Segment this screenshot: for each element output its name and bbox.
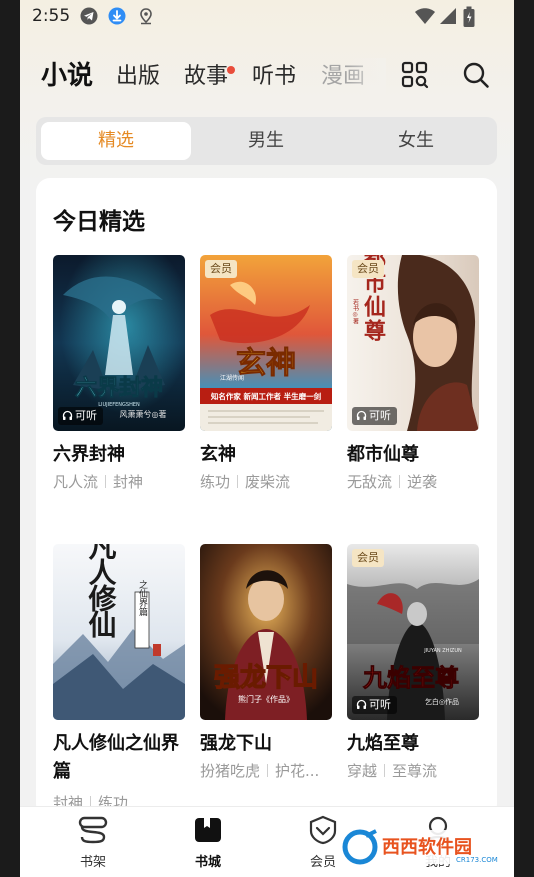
audio-available-badge: 可听 [58,407,103,425]
book-cover[interactable]: 九焰至尊 JIUYAN ZHIZUN 乞白◎作品 会员 可听 [347,544,479,720]
book-tags: 扮猪吃虎 护花... [200,760,319,781]
tag-divider [384,764,386,777]
book-tag[interactable]: 凡人流 [53,473,98,491]
book-tags: 无敌流 逆袭 [347,471,437,492]
status-bar: 2:55 [20,0,514,32]
listen-label: 可听 [369,698,391,711]
book-tag[interactable]: 护花... [275,762,319,780]
app-screen: 2:55 小说 出版 故事 听书 漫画 精选 男生 女生 今日精选 六界封神 L… [20,0,514,877]
tab-overflow-fade [346,58,386,98]
tab-label: 书架 [79,855,106,870]
cover-author-text: 若书◎著 [352,298,359,325]
book-card[interactable]: 六界封神 LIUJIEFENGSHEN 风萧萧兮◎著 可听 六界封神 凡人流 封神 [53,255,185,505]
book-title[interactable]: 强龙下山 [200,730,340,758]
segment-featured[interactable]: 精选 [41,122,191,160]
cover-author-text: 熊门子《作品》 [238,694,294,704]
book-title[interactable]: 九焰至尊 [347,730,487,758]
book-title[interactable]: 玄神 [200,441,340,469]
book-card[interactable]: 凡人修仙 之仙界篇 凡人修仙之仙界篇 封神 练功 [53,544,185,818]
location-icon [140,8,152,25]
book-card[interactable]: 都市仙尊 若书◎著 会员 可听 都市仙尊 无敌流 逆袭 [347,255,479,505]
book-tag[interactable]: 穿越 [347,762,377,780]
headphones-icon [62,410,73,420]
book-title[interactable]: 都市仙尊 [347,441,487,469]
battery-icon [463,6,475,27]
book-tag[interactable]: 废柴流 [245,473,290,491]
book-tags: 穿越 至尊流 [347,760,437,781]
cover-art-text: 凡人修仙 [85,544,118,638]
tab-stories-badge [227,66,235,74]
wifi-icon [415,8,435,24]
todays-picks-card: 今日精选 六界封神 LIUJIEFENGSHEN 风萧萧兮◎著 可听 六界封神 … [36,178,497,818]
category-grid-icon[interactable] [400,60,430,90]
tab-novel[interactable]: 小说 [41,55,93,92]
segment-female[interactable]: 女生 [341,122,491,160]
cover-strip-text: 江湖传闻 [220,374,244,382]
book-cover[interactable]: 凡人修仙 之仙界篇 [53,544,185,720]
site-watermark: 西西软件园 CR173.COM [338,826,514,868]
book-tag[interactable]: 练功 [200,473,230,491]
vip-shield-icon [309,815,337,845]
book-title[interactable]: 凡人修仙之仙界篇 [53,730,193,786]
tag-divider [267,764,269,777]
cover-author-text: 风萧萧兮◎著 [120,409,167,419]
vip-badge: 会员 [352,260,384,278]
cellular-signal-icon [440,8,456,24]
headphones-icon [356,699,367,709]
watermark-url: CR173.COM [456,856,498,864]
bookshelf-icon [78,816,108,844]
book-tags: 练功 废柴流 [200,471,290,492]
listen-label: 可听 [75,409,97,422]
audio-available-badge: 可听 [352,407,397,425]
segment-male[interactable]: 男生 [191,122,341,160]
book-cover[interactable]: 六界封神 LIUJIEFENGSHEN 风萧萧兮◎著 可听 [53,255,185,431]
book-tag[interactable]: 至尊流 [392,762,437,780]
book-title[interactable]: 六界封神 [53,441,193,469]
cover-art-subtext: JIUYAN ZHIZUN [423,648,462,654]
tab-audiobooks[interactable]: 听书 [252,58,296,90]
tab-bookstore[interactable]: 书城 [168,815,248,870]
listen-label: 可听 [369,409,391,422]
cover-art-subtext: LIUJIEFENGSHEN [98,402,140,408]
cover-art-text: 玄神 [236,346,296,381]
bookstore-icon [195,818,221,842]
tab-publishing[interactable]: 出版 [116,58,160,90]
tab-stories[interactable]: 故事 [184,58,228,90]
cover-side-text: 之仙界篇 [137,579,148,617]
vip-badge: 会员 [352,549,384,567]
status-time: 2:55 [32,6,71,26]
book-tags: 凡人流 封神 [53,471,143,492]
cover-art-text: 强龙下山 [214,663,318,693]
tag-divider [237,475,239,488]
cover-author-text: 乞白◎作品 [425,697,459,706]
tag-divider [399,475,401,488]
book-cover[interactable]: 强龙下山 熊门子《作品》 [200,544,332,720]
tab-label: 书城 [194,855,221,870]
book-tag[interactable]: 无敌流 [347,473,392,491]
telegram-icon [80,7,98,25]
book-card[interactable]: 九焰至尊 JIUYAN ZHIZUN 乞白◎作品 会员 可听 九焰至尊 穿越 至尊… [347,544,479,794]
cover-banner-text: 知名作家 新闻工作者 半生磨一剑 [211,391,322,401]
top-nav: 小说 出版 故事 听书 漫画 [20,58,514,104]
book-tag[interactable]: 封神 [113,473,143,491]
book-tag[interactable]: 扮猪吃虎 [200,762,260,780]
download-icon [108,7,126,25]
cover-art-text: 九焰至尊 [362,663,459,692]
book-card[interactable]: 强龙下山 熊门子《作品》 强龙下山 扮猪吃虎 护花... [200,544,332,794]
headphones-icon [356,410,367,420]
book-card[interactable]: 玄神 江湖传闻 知名作家 新闻工作者 半生磨一剑 会员 玄神 练功 废柴流 [200,255,332,505]
audio-available-badge: 可听 [352,696,397,714]
vip-badge: 会员 [205,260,237,278]
book-cover[interactable]: 玄神 江湖传闻 知名作家 新闻工作者 半生磨一剑 会员 [200,255,332,431]
book-cover[interactable]: 都市仙尊 若书◎著 会员 可听 [347,255,479,431]
book-tag[interactable]: 逆袭 [407,473,437,491]
gender-segment: 精选 男生 女生 [36,117,497,165]
search-icon[interactable] [461,60,491,90]
section-title: 今日精选 [53,209,145,235]
cover-art-text: 六界封神 [75,375,163,401]
watermark-brand: 西西软件园 [382,836,472,858]
tab-bookshelf[interactable]: 书架 [53,815,133,870]
tag-divider [105,475,107,488]
